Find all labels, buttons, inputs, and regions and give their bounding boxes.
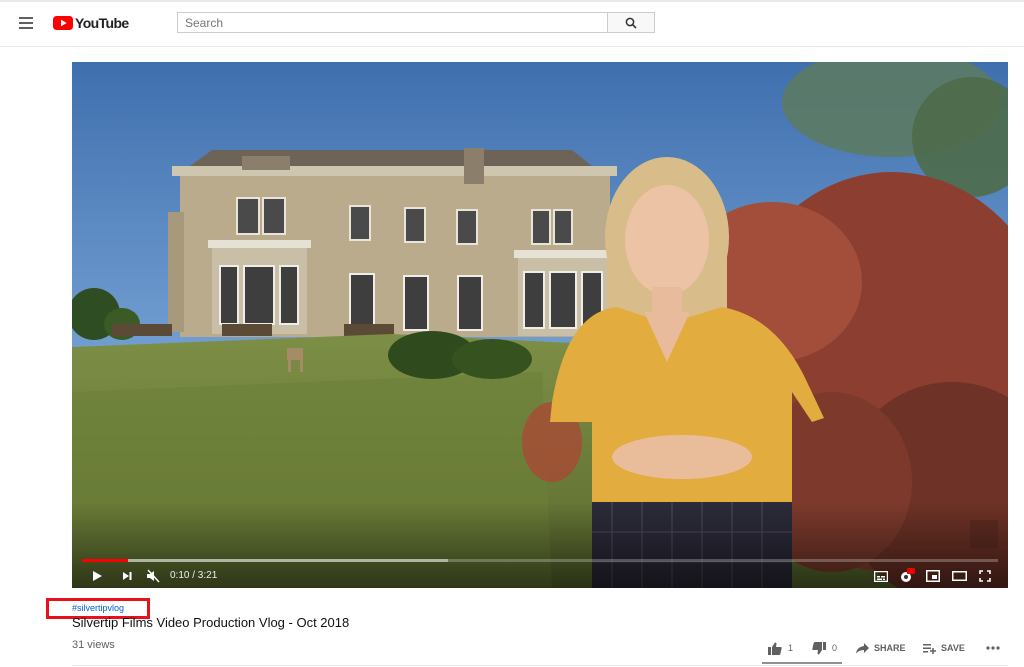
time-display: 0:10 / 3:21	[170, 570, 218, 581]
hashtag-link[interactable]: #silvertipvlog	[72, 603, 124, 613]
subtitles-icon	[874, 570, 888, 582]
theater-mode-icon	[951, 571, 967, 581]
info-divider	[72, 665, 1008, 666]
player-controls: 0:10 / 3:21	[72, 564, 1008, 588]
more-horizontal-icon	[986, 646, 1000, 650]
play-button[interactable]	[88, 567, 106, 585]
search-icon	[625, 17, 637, 29]
video-title: Silvertip Films Video Production Vlog - …	[72, 615, 350, 630]
subtitles-button[interactable]	[872, 567, 890, 585]
search-button[interactable]	[607, 12, 655, 33]
progress-buffered	[82, 559, 449, 562]
guide-menu-button[interactable]	[16, 14, 38, 32]
settings-button[interactable]	[898, 567, 916, 585]
menu-icon-bar	[19, 22, 33, 24]
sentiment-bar	[762, 662, 842, 664]
logo-wordmark: YouTube	[75, 15, 129, 31]
play-icon	[93, 571, 102, 581]
mute-button[interactable]	[144, 567, 162, 585]
next-button[interactable]	[118, 567, 136, 585]
fullscreen-icon	[979, 570, 991, 582]
share-label: SHARE	[874, 643, 906, 653]
theater-mode-button[interactable]	[950, 567, 968, 585]
thumbs-up-icon	[768, 642, 782, 655]
progress-bar[interactable]	[82, 559, 998, 562]
next-icon	[123, 572, 132, 580]
window-top-border	[0, 0, 1024, 2]
progress-played	[82, 559, 128, 562]
like-button[interactable]: 1	[768, 639, 793, 657]
menu-icon-bar	[19, 17, 33, 19]
masthead: YouTube	[0, 0, 1024, 47]
muted-volume-icon	[147, 569, 160, 583]
thumbs-down-icon	[812, 641, 826, 654]
dislike-button[interactable]: 0	[812, 639, 837, 657]
menu-icon-bar	[19, 27, 33, 29]
like-count: 1	[788, 643, 794, 653]
miniplayer-button[interactable]	[924, 567, 942, 585]
search-box	[177, 12, 607, 33]
settings-hd-icon	[901, 568, 915, 582]
fullscreen-button[interactable]	[976, 567, 994, 585]
more-actions-button[interactable]	[986, 639, 1000, 657]
youtube-logo[interactable]: YouTube	[53, 14, 129, 32]
save-button[interactable]: SAVE	[923, 639, 965, 657]
video-frame	[72, 62, 1008, 588]
view-count: 31 views	[72, 639, 115, 651]
save-label: SAVE	[941, 643, 965, 653]
video-player[interactable]: 0:10 / 3:21	[72, 62, 1008, 588]
search-input[interactable]	[178, 13, 607, 32]
youtube-play-logo-icon	[53, 16, 73, 30]
share-button[interactable]: SHARE	[856, 639, 906, 657]
add-to-playlist-icon	[923, 643, 936, 654]
dislike-count: 0	[832, 643, 838, 653]
miniplayer-icon	[926, 570, 940, 582]
share-icon	[856, 642, 869, 653]
